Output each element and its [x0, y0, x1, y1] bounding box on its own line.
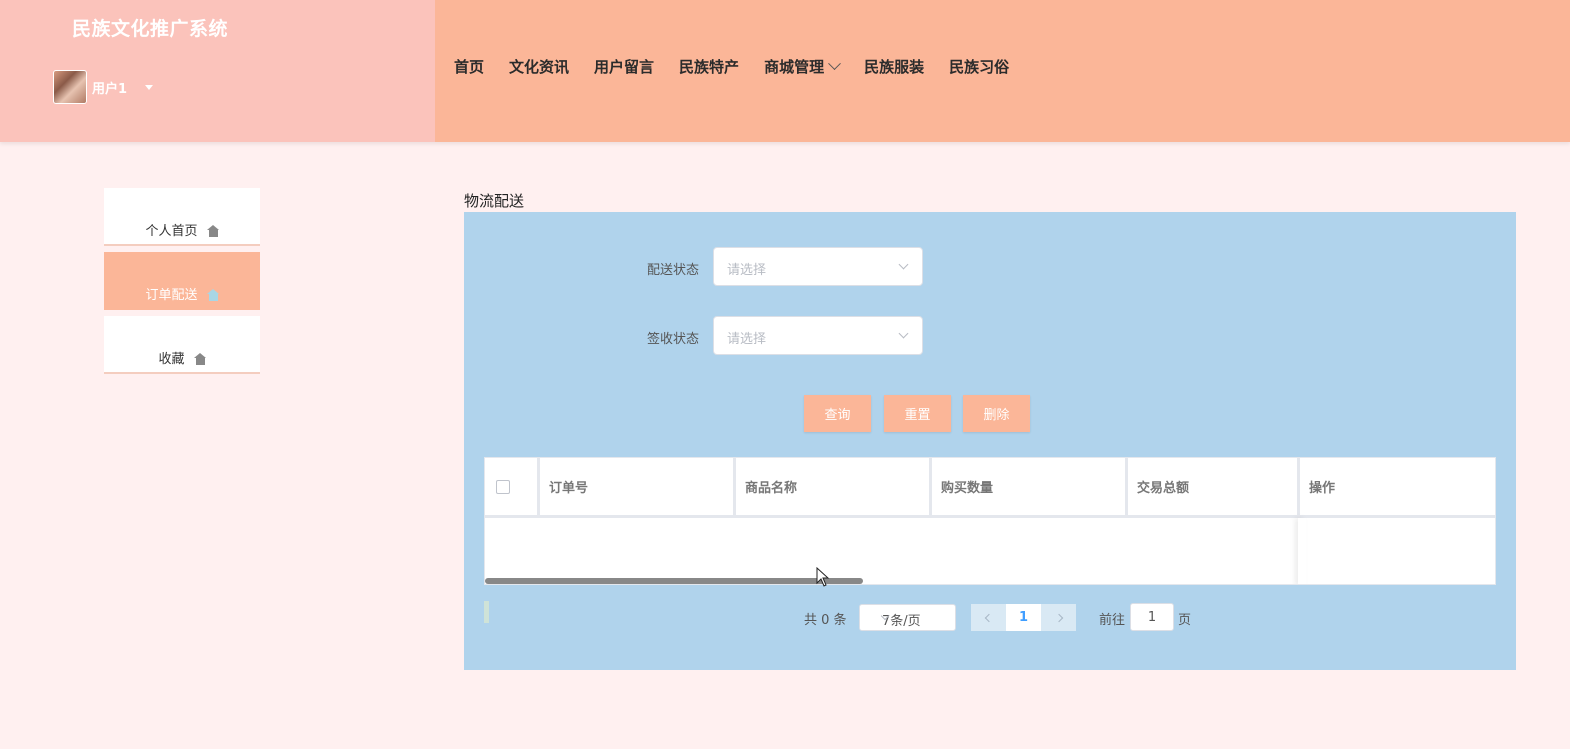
chevron-left-icon: [984, 613, 993, 622]
sidebar-item-order-delivery[interactable]: 订单配送: [104, 252, 260, 310]
nav-mall-management-label[interactable]: 商城管理: [764, 56, 824, 77]
chevron-down-icon: [898, 328, 909, 339]
select-all-cell: [485, 458, 540, 515]
user-menu[interactable]: 用户1: [53, 70, 154, 104]
top-header: 民族文化推广系统 用户1 首页 文化资讯 用户留言 民族特产 商城管理 民族服装…: [0, 0, 1570, 142]
pagination-total: 共 0 条: [804, 613, 847, 628]
page-suffix: 页: [1178, 613, 1192, 628]
nav-ethnic-clothing[interactable]: 民族服装: [864, 56, 924, 77]
content-panel: [464, 212, 1516, 670]
nav-ethnic-specialties[interactable]: 民族特产: [679, 56, 739, 77]
main-nav: 首页 文化资讯 用户留言 民族特产 商城管理 民族服装 民族习俗: [454, 56, 1034, 77]
site-title: 民族文化推广系统: [72, 18, 229, 40]
sign-status-select[interactable]: 请选择: [713, 316, 923, 355]
delivery-status-label: 配送状态: [647, 263, 700, 278]
mouse-cursor-icon: [816, 567, 830, 587]
column-header: 订单号: [540, 458, 736, 515]
nav-home[interactable]: 首页: [454, 56, 484, 77]
home-icon: [206, 225, 219, 239]
orders-table: 订单号 商品名称 购买数量 交易总额 操作: [484, 457, 1496, 585]
column-header: 交易总额: [1128, 458, 1300, 515]
pager-spacer: [484, 601, 489, 623]
goto-page-input[interactable]: [1130, 603, 1174, 631]
sidebar-item-personal-home[interactable]: 个人首页: [104, 188, 260, 246]
goto-label: 前往: [1099, 613, 1126, 628]
chevron-down-icon[interactable]: [828, 57, 841, 71]
sign-status-label: 签收状态: [647, 332, 700, 347]
page-size-value: 7条/页: [882, 614, 921, 629]
column-header: 操作: [1309, 481, 1336, 496]
prev-page-button[interactable]: [971, 604, 1006, 631]
page-title: 物流配送: [464, 192, 525, 210]
next-page-button[interactable]: [1041, 604, 1076, 631]
nav-user-messages[interactable]: 用户留言: [594, 56, 654, 77]
brand-panel: 民族文化推广系统 用户1: [0, 0, 435, 142]
sidebar-item-label: 收藏: [158, 352, 185, 367]
home-icon: [193, 353, 206, 367]
reset-button[interactable]: 重置: [884, 395, 951, 432]
sidebar-item-label: 订单配送: [145, 288, 198, 303]
delete-button[interactable]: 删除: [963, 395, 1030, 432]
page-size-select[interactable]: 7条/页: [859, 604, 956, 631]
nav-ethnic-customs[interactable]: 民族习俗: [949, 56, 1009, 77]
nav-culture-news[interactable]: 文化资讯: [509, 56, 569, 77]
select-placeholder: 请选择: [727, 263, 767, 278]
query-button[interactable]: 查询: [804, 395, 871, 432]
sidebar-item-label: 个人首页: [145, 224, 198, 239]
column-header: 购买数量: [932, 458, 1128, 515]
select-all-checkbox[interactable]: [496, 479, 510, 494]
chevron-down-icon: [898, 259, 909, 270]
fixed-column-shadow: [1298, 518, 1306, 584]
column-header: 商品名称: [736, 458, 932, 515]
table-header: 订单号 商品名称 购买数量 交易总额 操作: [485, 458, 1495, 518]
chevron-right-icon: [1054, 613, 1063, 622]
avatar[interactable]: [53, 70, 87, 104]
home-icon: [206, 289, 219, 303]
select-placeholder: 请选择: [727, 332, 767, 347]
nav-mall-management[interactable]: 商城管理: [764, 56, 841, 77]
page-number-current[interactable]: 1: [1006, 604, 1041, 631]
horizontal-scrollbar[interactable]: [485, 578, 863, 584]
sidebar-item-favorites[interactable]: 收藏: [104, 316, 260, 374]
caret-down-icon[interactable]: [145, 84, 154, 90]
delivery-status-select[interactable]: 请选择: [713, 247, 923, 286]
user-name[interactable]: 用户1: [92, 78, 127, 97]
